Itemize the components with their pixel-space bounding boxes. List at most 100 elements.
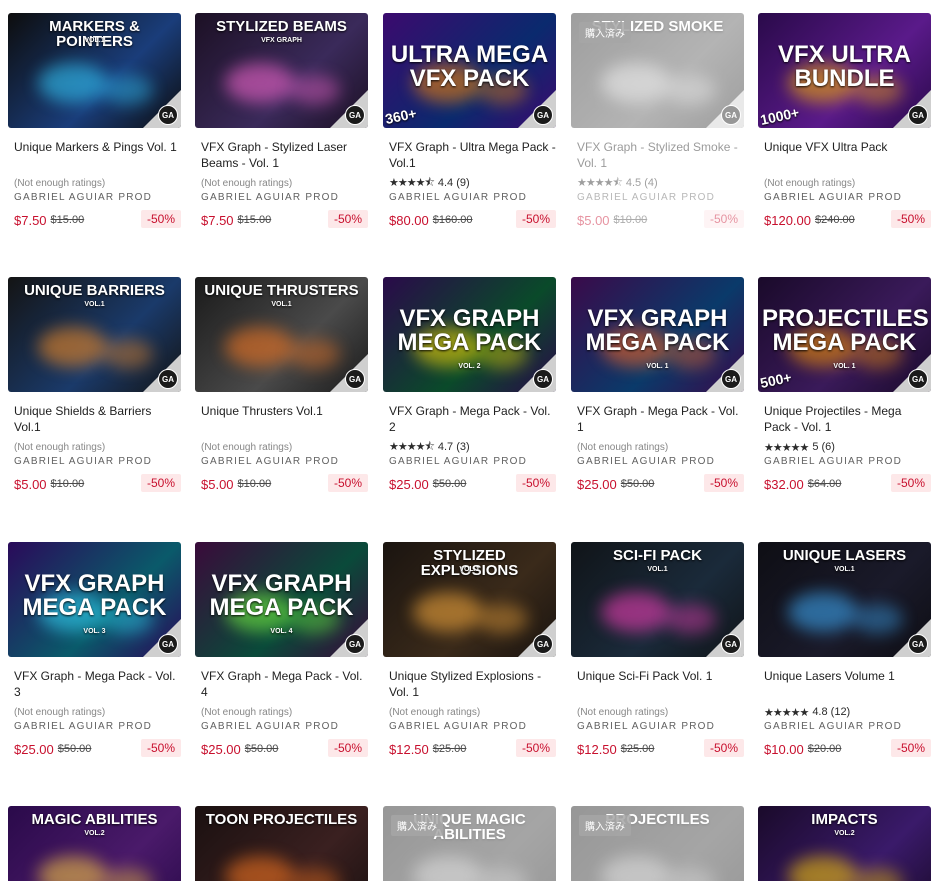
publisher-link[interactable]: GABRIEL AGUIAR PROD [383, 456, 556, 467]
product-name-link[interactable]: VFX Graph - Stylized Smoke - Vol. 1 [571, 139, 744, 171]
publisher-logo-icon: GA [908, 634, 928, 654]
product-thumbnail[interactable]: STYLIZED BEAMS VFX GRAPH GA [195, 13, 368, 128]
product-name-link[interactable]: Unique Thrusters Vol.1 [195, 403, 368, 435]
product-name-link[interactable]: Unique Stylized Explosions - Vol. 1 [383, 668, 556, 700]
product-name-link[interactable]: Unique Projectiles - Mega Pack - Vol. 1 [758, 403, 931, 435]
publisher-link[interactable]: GABRIEL AGUIAR PROD [8, 192, 181, 203]
original-price: $50.00 [57, 743, 92, 755]
product-thumbnail[interactable]: MAGIC ABILITIESVOL.2GA [8, 806, 181, 881]
publisher-link[interactable]: GABRIEL AGUIAR PROD [8, 721, 181, 732]
product-card[interactable]: STYLIZED EXPLOSIONS VOL.1 GA Unique Stylize… [383, 542, 556, 760]
product-thumbnail[interactable]: ULTRA MEGA VFX PACK 360+ GA [383, 13, 556, 128]
product-thumbnail[interactable]: UNIQUE MAGIC ABILITIES購入済みGA [383, 806, 556, 881]
product-card[interactable]: MAGIC ABILITIESVOL.2GA [8, 806, 181, 881]
discount-badge: -50% [140, 474, 181, 492]
product-card[interactable]: UNIQUE BARRIERS VOL.1 GA Unique Shields & B… [8, 277, 181, 495]
product-thumbnail[interactable]: VFX ULTRA BUNDLE 1000+ GA [758, 13, 931, 128]
product-card[interactable]: PROJECTILES MEGA PACK VOL. 1 500+ GA Unique … [758, 277, 931, 495]
product-name-link[interactable]: VFX Graph - Mega Pack - Vol. 4 [195, 668, 368, 700]
product-thumbnail[interactable]: PROJECTILES購入済みGA [571, 806, 744, 881]
product-thumbnail[interactable]: UNIQUE BARRIERS VOL.1 GA [8, 277, 181, 392]
product-name-link[interactable]: VFX Graph - Mega Pack - Vol. 1 [571, 403, 744, 435]
publisher-link[interactable]: GABRIEL AGUIAR PROD [758, 192, 931, 203]
thumbnail-subtitle: VOL.1 [84, 37, 105, 44]
effect-glow [601, 856, 671, 881]
product-thumbnail[interactable]: IMPACTSVOL.2GA [758, 806, 931, 881]
product-card[interactable]: PROJECTILES購入済みGA [571, 806, 744, 881]
product-thumbnail[interactable]: UNIQUE THRUSTERS VOL.1 GA [195, 277, 368, 392]
product-card[interactable]: VFX GRAPH MEGA PACK VOL. 4 GA VFX Graph - M… [195, 542, 368, 760]
product-thumbnail[interactable]: STYLIZED SMOKE 購入済み GA [571, 13, 744, 128]
product-name-link[interactable]: Unique Lasers Volume 1 [758, 668, 931, 700]
product-card[interactable]: TOON PROJECTILESGA [195, 806, 368, 881]
product-name-link[interactable]: Unique Markers & Pings Vol. 1 [8, 139, 181, 171]
thumbnail-subtitle: VFX GRAPH [261, 37, 302, 44]
product-thumbnail[interactable]: VFX GRAPH MEGA PACK VOL. 2 GA [383, 277, 556, 392]
publisher-link[interactable]: GABRIEL AGUIAR PROD [195, 456, 368, 467]
discount-badge: -50% [890, 739, 931, 757]
price-row: $5.00 $10.00 -50% [8, 473, 181, 495]
rating-text: (Not enough ratings) [201, 441, 293, 453]
sale-price: $80.00 [389, 212, 429, 228]
product-thumbnail[interactable]: UNIQUE LASERS VOL.1 GA [758, 542, 931, 657]
product-name-link[interactable]: Unique Sci-Fi Pack Vol. 1 [571, 668, 744, 700]
product-thumbnail[interactable]: PROJECTILES MEGA PACK VOL. 1 500+ GA [758, 277, 931, 392]
product-thumbnail[interactable]: TOON PROJECTILESGA [195, 806, 368, 881]
discount-badge: -50% [140, 210, 181, 228]
rating-text: (Not enough ratings) [201, 706, 293, 718]
product-card[interactable]: ULTRA MEGA VFX PACK 360+ GA VFX Graph - Ult… [383, 13, 556, 231]
rating-text: (Not enough ratings) [764, 177, 856, 189]
publisher-link[interactable]: GABRIEL AGUIAR PROD [195, 721, 368, 732]
publisher-link[interactable]: GABRIEL AGUIAR PROD [383, 721, 556, 732]
product-card[interactable]: VFX GRAPH MEGA PACK VOL. 3 GA VFX Graph - M… [8, 542, 181, 760]
publisher-link[interactable]: GABRIEL AGUIAR PROD [571, 456, 744, 467]
rating-row: ★★★★⯪ 4.4 (9) [383, 175, 556, 191]
product-card[interactable]: STYLIZED BEAMS VFX GRAPH GA VFX Graph - Sty… [195, 13, 368, 231]
product-thumbnail[interactable]: VFX GRAPH MEGA PACK VOL. 3 GA [8, 542, 181, 657]
thumbnail-title: SCI-FI PACK [613, 547, 702, 564]
star-rating-icon: ★★★★★ [764, 441, 809, 454]
product-thumbnail[interactable]: VFX GRAPH MEGA PACK VOL. 1 GA [571, 277, 744, 392]
product-card[interactable]: STYLIZED SMOKE 購入済み GA VFX Graph - Stylized… [571, 13, 744, 231]
product-name-link[interactable]: Unique Shields & Barriers Vol.1 [8, 403, 181, 435]
star-rating-icon: ★★★★⯪ [389, 176, 435, 189]
thumbnail-subtitle: VOL.2 [84, 830, 105, 837]
original-price: $50.00 [244, 743, 279, 755]
product-name-link[interactable]: VFX Graph - Ultra Mega Pack - Vol.1 [383, 139, 556, 171]
publisher-link[interactable]: GABRIEL AGUIAR PROD [758, 456, 931, 467]
product-name-link[interactable]: Unique VFX Ultra Pack [758, 139, 931, 171]
effect-count-badge: 500+ [758, 368, 793, 392]
product-card[interactable]: VFX ULTRA BUNDLE 1000+ GA Unique VFX Ultra … [758, 13, 931, 231]
discount-badge: -50% [515, 474, 556, 492]
publisher-link[interactable]: GABRIEL AGUIAR PROD [195, 192, 368, 203]
product-thumbnail[interactable]: SCI-FI PACK VOL.1 GA [571, 542, 744, 657]
price-row: $32.00 $64.00 -50% [758, 473, 931, 495]
product-name-link[interactable]: VFX Graph - Mega Pack - Vol. 2 [383, 403, 556, 435]
publisher-link[interactable]: GABRIEL AGUIAR PROD [8, 456, 181, 467]
publisher-link[interactable]: GABRIEL AGUIAR PROD [571, 721, 744, 732]
product-card[interactable]: VFX GRAPH MEGA PACK VOL. 1 GA VFX Graph - M… [571, 277, 744, 495]
product-card[interactable]: VFX GRAPH MEGA PACK VOL. 2 GA VFX Graph - M… [383, 277, 556, 495]
product-card[interactable]: UNIQUE THRUSTERS VOL.1 GA Unique Thrusters … [195, 277, 368, 495]
product-name-link[interactable]: VFX Graph - Stylized Laser Beams - Vol. … [195, 139, 368, 171]
discount-badge: -50% [327, 210, 368, 228]
effect-glow [601, 63, 671, 103]
discount-badge: -50% [703, 210, 744, 228]
publisher-link[interactable]: GABRIEL AGUIAR PROD [758, 721, 931, 732]
product-thumbnail[interactable]: STYLIZED EXPLOSIONS VOL.1 GA [383, 542, 556, 657]
thumbnail-title: VFX GRAPH MEGA PACK [22, 570, 167, 621]
owned-badge: 購入済み [579, 22, 631, 43]
product-card[interactable]: SCI-FI PACK VOL.1 GA Unique Sci-Fi Pack Vol… [571, 542, 744, 760]
publisher-link[interactable]: GABRIEL AGUIAR PROD [383, 192, 556, 203]
product-name-link[interactable]: VFX Graph - Mega Pack - Vol. 3 [8, 668, 181, 700]
publisher-link[interactable]: GABRIEL AGUIAR PROD [571, 192, 744, 203]
product-thumbnail[interactable]: MARKERS & POINTERS VOL.1 GA [8, 13, 181, 128]
product-card[interactable]: UNIQUE MAGIC ABILITIES購入済みGA [383, 806, 556, 881]
thumbnail-subtitle: VOL.2 [834, 830, 855, 837]
product-card[interactable]: IMPACTSVOL.2GA [758, 806, 931, 881]
product-thumbnail[interactable]: VFX GRAPH MEGA PACK VOL. 4 GA [195, 542, 368, 657]
publisher-logo-icon: GA [158, 105, 178, 125]
price-row: $25.00 $50.00 -50% [571, 473, 744, 495]
product-card[interactable]: UNIQUE LASERS VOL.1 GA Unique Lasers Volume… [758, 542, 931, 760]
product-card[interactable]: MARKERS & POINTERS VOL.1 GA Unique Markers … [8, 13, 181, 231]
